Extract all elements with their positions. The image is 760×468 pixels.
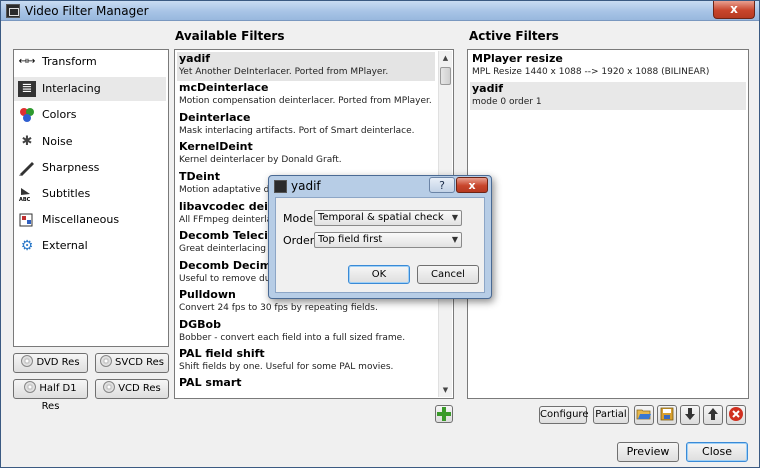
category-label: Miscellaneous	[42, 213, 120, 226]
move-down-button[interactable]	[680, 405, 700, 425]
category-transform[interactable]: ↤↦ Transform	[14, 50, 166, 74]
category-label: External	[42, 239, 88, 252]
chevron-down-icon: ▼	[451, 213, 458, 222]
noise-icon: ✱	[21, 134, 33, 149]
active-filters-heading: Active Filters	[469, 29, 559, 43]
window-title: Video Filter Manager	[25, 4, 149, 18]
category-label: Colors	[42, 108, 77, 121]
mode-label: Mode:	[283, 212, 317, 225]
cancel-button[interactable]: Cancel	[417, 265, 479, 284]
category-sharpness[interactable]: Sharpness	[14, 156, 166, 180]
order-label: Order:	[283, 234, 318, 247]
dialog-close-button[interactable]: x	[456, 177, 488, 193]
arrow-up-icon	[708, 408, 718, 420]
transform-icon: ↤↦	[18, 56, 36, 67]
configure-button[interactable]: Configure	[539, 406, 588, 424]
preview-button[interactable]: Preview	[617, 442, 679, 462]
svg-text:ABC: ABC	[19, 197, 31, 202]
app-icon	[6, 4, 20, 18]
app-icon	[274, 180, 287, 193]
remove-filter-button[interactable]	[726, 405, 746, 425]
category-subtitles[interactable]: ABC Subtitles	[14, 182, 166, 206]
scroll-down-icon[interactable]: ▼	[439, 383, 452, 397]
title-bar[interactable]: Video Filter Manager x	[1, 1, 759, 21]
disc-icon	[21, 355, 34, 367]
category-colors[interactable]: Colors	[14, 103, 166, 127]
add-plus-icon	[437, 407, 451, 421]
move-up-button[interactable]	[703, 405, 723, 425]
ok-button[interactable]: OK	[348, 265, 410, 284]
video-filter-manager-window: Video Filter Manager x ↤↦ Transform ≣ In…	[0, 0, 760, 468]
active-filters-list[interactable]: MPlayer resize MPL Resize 1440 x 1088 -->…	[467, 49, 749, 399]
yadif-config-dialog: yadif ? x Mode: Temporal & spatial check…	[268, 175, 492, 299]
dvd-res-button[interactable]: DVD Res	[13, 353, 88, 373]
sharpness-icon	[18, 160, 36, 176]
save-filters-button[interactable]	[657, 405, 677, 425]
partial-button[interactable]: Partial	[593, 406, 629, 424]
filter-item-deinterlace[interactable]: Deinterlace Mask interlacing artifacts. P…	[177, 111, 435, 140]
folder-open-icon	[636, 409, 651, 420]
filter-item-kerneldeint[interactable]: KernelDeint Kernel deinterlacer by Donald…	[177, 140, 435, 169]
add-filter-button[interactable]	[435, 405, 453, 423]
active-filter-yadif[interactable]: yadif mode 0 order 1	[470, 82, 746, 110]
miscellaneous-icon	[18, 212, 36, 228]
vcd-res-button[interactable]: VCD Res	[95, 379, 169, 399]
filter-item-yadif[interactable]: yadif Yet Another DeInterlacer. Ported fr…	[177, 52, 435, 81]
subtitles-icon: ABC	[18, 186, 36, 203]
half-d1-res-button[interactable]: Half D1 Res	[13, 379, 88, 412]
disc-icon	[100, 355, 113, 367]
help-button[interactable]: ?	[429, 177, 455, 193]
order-select[interactable]: Top field first ▼	[314, 232, 462, 248]
category-label: Subtitles	[42, 187, 91, 200]
chevron-down-icon: ▼	[451, 235, 458, 244]
filter-item-pal-field-shift[interactable]: PAL field shift Shift fields by one. Usef…	[177, 347, 435, 376]
interlacing-icon: ≣	[18, 81, 36, 97]
disc-icon	[24, 381, 37, 393]
remove-icon	[729, 407, 743, 421]
available-filters-heading: Available Filters	[175, 29, 285, 43]
mode-select[interactable]: Temporal & spatial check ▼	[314, 210, 462, 226]
category-interlacing[interactable]: ≣ Interlacing	[14, 77, 166, 101]
category-label: Noise	[42, 135, 73, 148]
category-miscellaneous[interactable]: Miscellaneous	[14, 208, 166, 232]
filter-item-dgbob[interactable]: DGBob Bobber - convert each field into a …	[177, 318, 435, 347]
svcd-res-button[interactable]: SVCD Res	[95, 353, 169, 373]
active-filter-mplayer-resize[interactable]: MPlayer resize MPL Resize 1440 x 1088 -->…	[470, 52, 746, 81]
close-button[interactable]: Close	[686, 442, 748, 462]
scroll-thumb[interactable]	[440, 67, 451, 85]
filter-item-mcdeinterlace[interactable]: mcDeinterlace Motion compensation deinter…	[177, 81, 435, 110]
category-label: Transform	[42, 55, 97, 68]
external-icon: ⚙	[20, 238, 34, 254]
category-external[interactable]: ⚙ External	[14, 234, 166, 258]
save-icon	[660, 407, 674, 421]
category-label: Interlacing	[42, 82, 101, 95]
category-list[interactable]: ↤↦ Transform ≣ Interlacing Colors ✱ Nois…	[13, 49, 169, 347]
filter-item-pal-smart[interactable]: PAL smart	[177, 376, 435, 398]
window-close-button[interactable]: x	[713, 1, 755, 19]
disc-icon	[103, 381, 116, 393]
colors-icon	[18, 107, 36, 123]
dialog-title: yadif	[291, 179, 321, 193]
category-label: Sharpness	[42, 161, 100, 174]
open-filters-button[interactable]	[634, 405, 654, 425]
scroll-up-icon[interactable]: ▲	[439, 51, 452, 65]
arrow-down-icon	[685, 408, 695, 420]
category-noise[interactable]: ✱ Noise	[14, 130, 166, 154]
dialog-body: Mode: Temporal & spatial check ▼ Order: …	[275, 197, 485, 293]
